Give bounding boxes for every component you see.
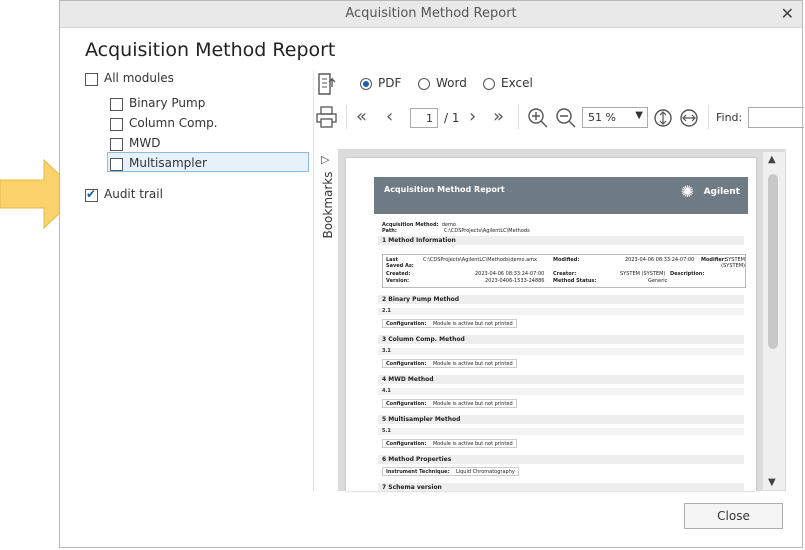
- chevron-down-icon: ▼: [635, 110, 643, 121]
- multisampler-label: Multisampler: [129, 156, 207, 170]
- scroll-down-icon[interactable]: ▼: [768, 477, 776, 488]
- multisampler-checkbox[interactable]: [110, 158, 123, 171]
- close-button[interactable]: Close: [684, 503, 783, 529]
- bookmarks-tab[interactable]: ▷ Bookmarks: [317, 153, 337, 239]
- subsection: 2.1: [378, 308, 744, 315]
- bookmarks-label: Bookmarks: [321, 171, 335, 239]
- word-radio[interactable]: [418, 78, 430, 90]
- zoom-select[interactable]: 51 % ▼: [582, 107, 648, 128]
- fit-height-icon[interactable]: [653, 106, 675, 130]
- zoom-in-icon[interactable]: [527, 107, 549, 129]
- expand-arrow-icon: ▷: [321, 153, 330, 166]
- page-total: / 1: [444, 111, 460, 125]
- window-title: Acquisition Method Report: [345, 6, 517, 21]
- subsection: 4.1: [378, 388, 744, 395]
- config-row: Configuration: Module is active but not …: [382, 439, 517, 448]
- excel-label: Excel: [501, 76, 533, 90]
- technique-row: Instrument Technique: Liquid Chromatogra…: [382, 467, 519, 476]
- fit-width-icon[interactable]: [679, 106, 701, 130]
- excel-radio[interactable]: [483, 78, 495, 90]
- report-banner: Acquisition Method Report ✺ Agilent: [374, 177, 748, 214]
- title-bar: Acquisition Method Report ✕: [60, 1, 802, 28]
- zoom-value: 51 %: [588, 111, 616, 124]
- report-dialog: Acquisition Method Report ✕ Acquisition …: [59, 0, 804, 548]
- first-page-icon[interactable]: «: [356, 108, 367, 126]
- section-binary-pump: 2 Binary Pump Method: [378, 295, 744, 304]
- report-page: Acquisition Method Report ✺ Agilent Acqu…: [346, 158, 756, 491]
- export-icon[interactable]: [316, 71, 342, 99]
- mwd-checkbox[interactable]: [110, 138, 123, 151]
- window-close-icon[interactable]: ✕: [781, 4, 794, 23]
- config-row: Configuration: Module is active but not …: [382, 319, 517, 328]
- print-icon[interactable]: [315, 105, 339, 129]
- path-line: Path: C:\CDSProjects\AgilentLC\Methods: [382, 228, 530, 234]
- section-multisampler: 5 Multisampler Method: [378, 415, 744, 424]
- section-schema-version: 7 Schema version: [378, 483, 744, 491]
- page-number-input[interactable]: 1: [410, 108, 438, 128]
- config-row: Configuration: Module is active but not …: [382, 359, 517, 368]
- binary-pump-checkbox[interactable]: [110, 98, 123, 111]
- previous-page-icon[interactable]: ‹: [386, 108, 393, 126]
- section-method-information: 1 Method Information: [378, 236, 744, 245]
- toolbar-separator: [708, 105, 709, 129]
- scroll-up-icon[interactable]: ▲: [768, 154, 776, 165]
- audit-trail-label: Audit trail: [104, 187, 163, 201]
- agilent-logo-icon: ✺: [680, 182, 694, 201]
- binary-pump-label: Binary Pump: [129, 96, 206, 110]
- section-column-comp: 3 Column Comp. Method: [378, 335, 744, 344]
- column-comp-label: Column Comp.: [129, 116, 218, 130]
- pane-divider: [313, 71, 314, 491]
- word-label: Word: [436, 76, 467, 90]
- find-label: Find:: [716, 111, 743, 124]
- find-input[interactable]: [748, 107, 804, 128]
- page-title: Acquisition Method Report: [85, 39, 336, 61]
- mwd-label: MWD: [129, 136, 161, 150]
- column-comp-checkbox[interactable]: [110, 118, 123, 131]
- section-method-properties: 6 Method Properties: [378, 455, 744, 464]
- zoom-out-icon[interactable]: [555, 107, 577, 129]
- last-page-icon[interactable]: »: [493, 108, 504, 126]
- preview-scrollbar[interactable]: ▲ ▼: [763, 152, 785, 490]
- toolbar-separator: [518, 105, 519, 129]
- scroll-thumb[interactable]: [768, 174, 778, 349]
- all-modules-checkbox[interactable]: [85, 73, 98, 86]
- next-page-icon[interactable]: ›: [469, 108, 476, 126]
- banner-title: Acquisition Method Report: [384, 185, 505, 194]
- brand-name: Agilent: [703, 187, 740, 197]
- subsection: 5.1: [378, 428, 744, 435]
- pdf-label: PDF: [378, 76, 402, 90]
- method-info-table: Last Saved As: C:\CDSProjects\AgilentLC\…: [382, 254, 746, 288]
- report-preview[interactable]: Acquisition Method Report ✺ Agilent Acqu…: [338, 149, 786, 491]
- config-row: Configuration: Module is active but not …: [382, 399, 517, 408]
- audit-trail-checkbox[interactable]: [85, 187, 98, 202]
- toolbar-separator: [346, 105, 347, 129]
- section-mwd: 4 MWD Method: [378, 375, 744, 384]
- pdf-radio[interactable]: [360, 78, 372, 90]
- subsection: 3.1: [378, 348, 744, 355]
- all-modules-label: All modules: [104, 71, 174, 85]
